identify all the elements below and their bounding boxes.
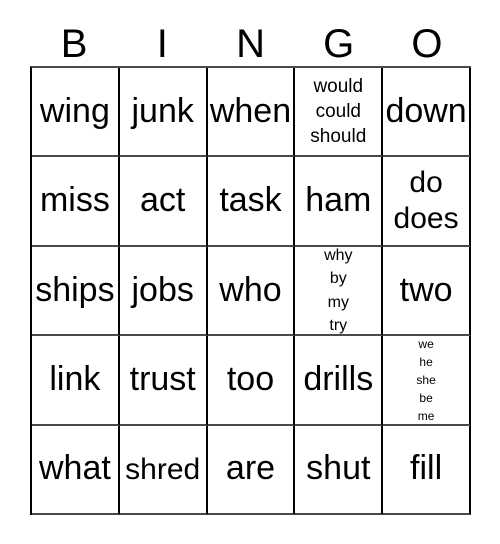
bingo-grid-row: ships jobs who why by my try two (32, 246, 471, 337)
bingo-cell[interactable]: would could should (295, 68, 384, 158)
bingo-card: B I N G O wing junk when would could sho… (0, 0, 500, 544)
bingo-cell[interactable]: link (32, 336, 120, 426)
bingo-grid-row: what shred are shut fill (32, 425, 471, 516)
bingo-cell[interactable]: we he she be me (383, 336, 471, 426)
bingo-cell-text: we he she be me (416, 336, 436, 423)
bingo-cell[interactable]: shut (295, 425, 384, 516)
bingo-cell-text: down (385, 91, 467, 130)
bingo-cell-text: link (49, 360, 101, 399)
bingo-cell[interactable]: junk (119, 68, 208, 158)
bingo-cell[interactable]: act (119, 157, 208, 247)
bingo-cell-text: who (219, 270, 282, 309)
bingo-grid-row: miss act task ham do does (32, 157, 471, 247)
bingo-cell-text: jobs (131, 270, 194, 309)
bingo-cell-text: are (225, 449, 276, 488)
bingo-header-row: B I N G O (30, 22, 471, 66)
bingo-cell-text: do does (393, 165, 459, 236)
bingo-cell-text: too (226, 360, 275, 399)
bingo-header-letter-n: N (236, 22, 265, 66)
bingo-cell[interactable]: when (207, 68, 296, 158)
bingo-cell-text: wing (39, 91, 110, 130)
bingo-cell[interactable]: too (207, 336, 296, 426)
bingo-cell-text: junk (131, 91, 194, 130)
bingo-grid-row: link trust too drills we he she be me (32, 336, 471, 426)
bingo-header-letter-i: I (156, 22, 168, 66)
bingo-cell-text: why by my try (324, 247, 353, 334)
bingo-grid: wing junk when would could should down m… (30, 66, 471, 516)
bingo-cell[interactable]: why by my try (295, 246, 384, 337)
bingo-cell[interactable]: do does (383, 157, 471, 247)
bingo-cell-text: drills (303, 360, 374, 399)
bingo-cell-text: act (140, 181, 186, 220)
bingo-cell-text: when (209, 91, 292, 130)
bingo-cell[interactable]: task (207, 157, 296, 247)
bingo-cell[interactable]: are (207, 425, 296, 516)
bingo-header-letter-o: O (411, 22, 443, 66)
bingo-cell[interactable]: fill (383, 425, 471, 516)
bingo-cell-text: two (399, 270, 453, 309)
bingo-cell-text: would could should (310, 75, 367, 148)
bingo-header-letter-b: B (60, 22, 88, 66)
bingo-cell[interactable]: miss (32, 157, 120, 247)
bingo-cell-text: miss (39, 181, 110, 220)
bingo-cell[interactable]: down (383, 68, 471, 158)
bingo-header-letter-g: G (323, 22, 355, 66)
bingo-cell-text: shred (125, 452, 201, 486)
bingo-cell[interactable]: drills (295, 336, 384, 426)
bingo-cell[interactable]: ham (295, 157, 384, 247)
bingo-cell-text: shut (306, 449, 371, 488)
bingo-cell-text: ham (305, 181, 372, 220)
bingo-cell-text: fill (410, 449, 443, 488)
bingo-cell[interactable]: who (207, 246, 296, 337)
bingo-cell[interactable]: shred (119, 425, 208, 516)
bingo-cell[interactable]: two (383, 246, 471, 337)
bingo-cell-text: what (38, 449, 111, 488)
bingo-cell[interactable]: jobs (119, 246, 208, 337)
bingo-cell[interactable]: ships (32, 246, 120, 337)
bingo-cell-text: ships (35, 270, 115, 309)
bingo-cell[interactable]: trust (119, 336, 208, 426)
bingo-cell[interactable]: wing (32, 68, 120, 158)
bingo-cell-text: trust (129, 360, 196, 399)
bingo-grid-row: wing junk when would could should down (32, 68, 471, 158)
bingo-cell-text: task (219, 181, 282, 220)
bingo-cell[interactable]: what (32, 425, 120, 516)
